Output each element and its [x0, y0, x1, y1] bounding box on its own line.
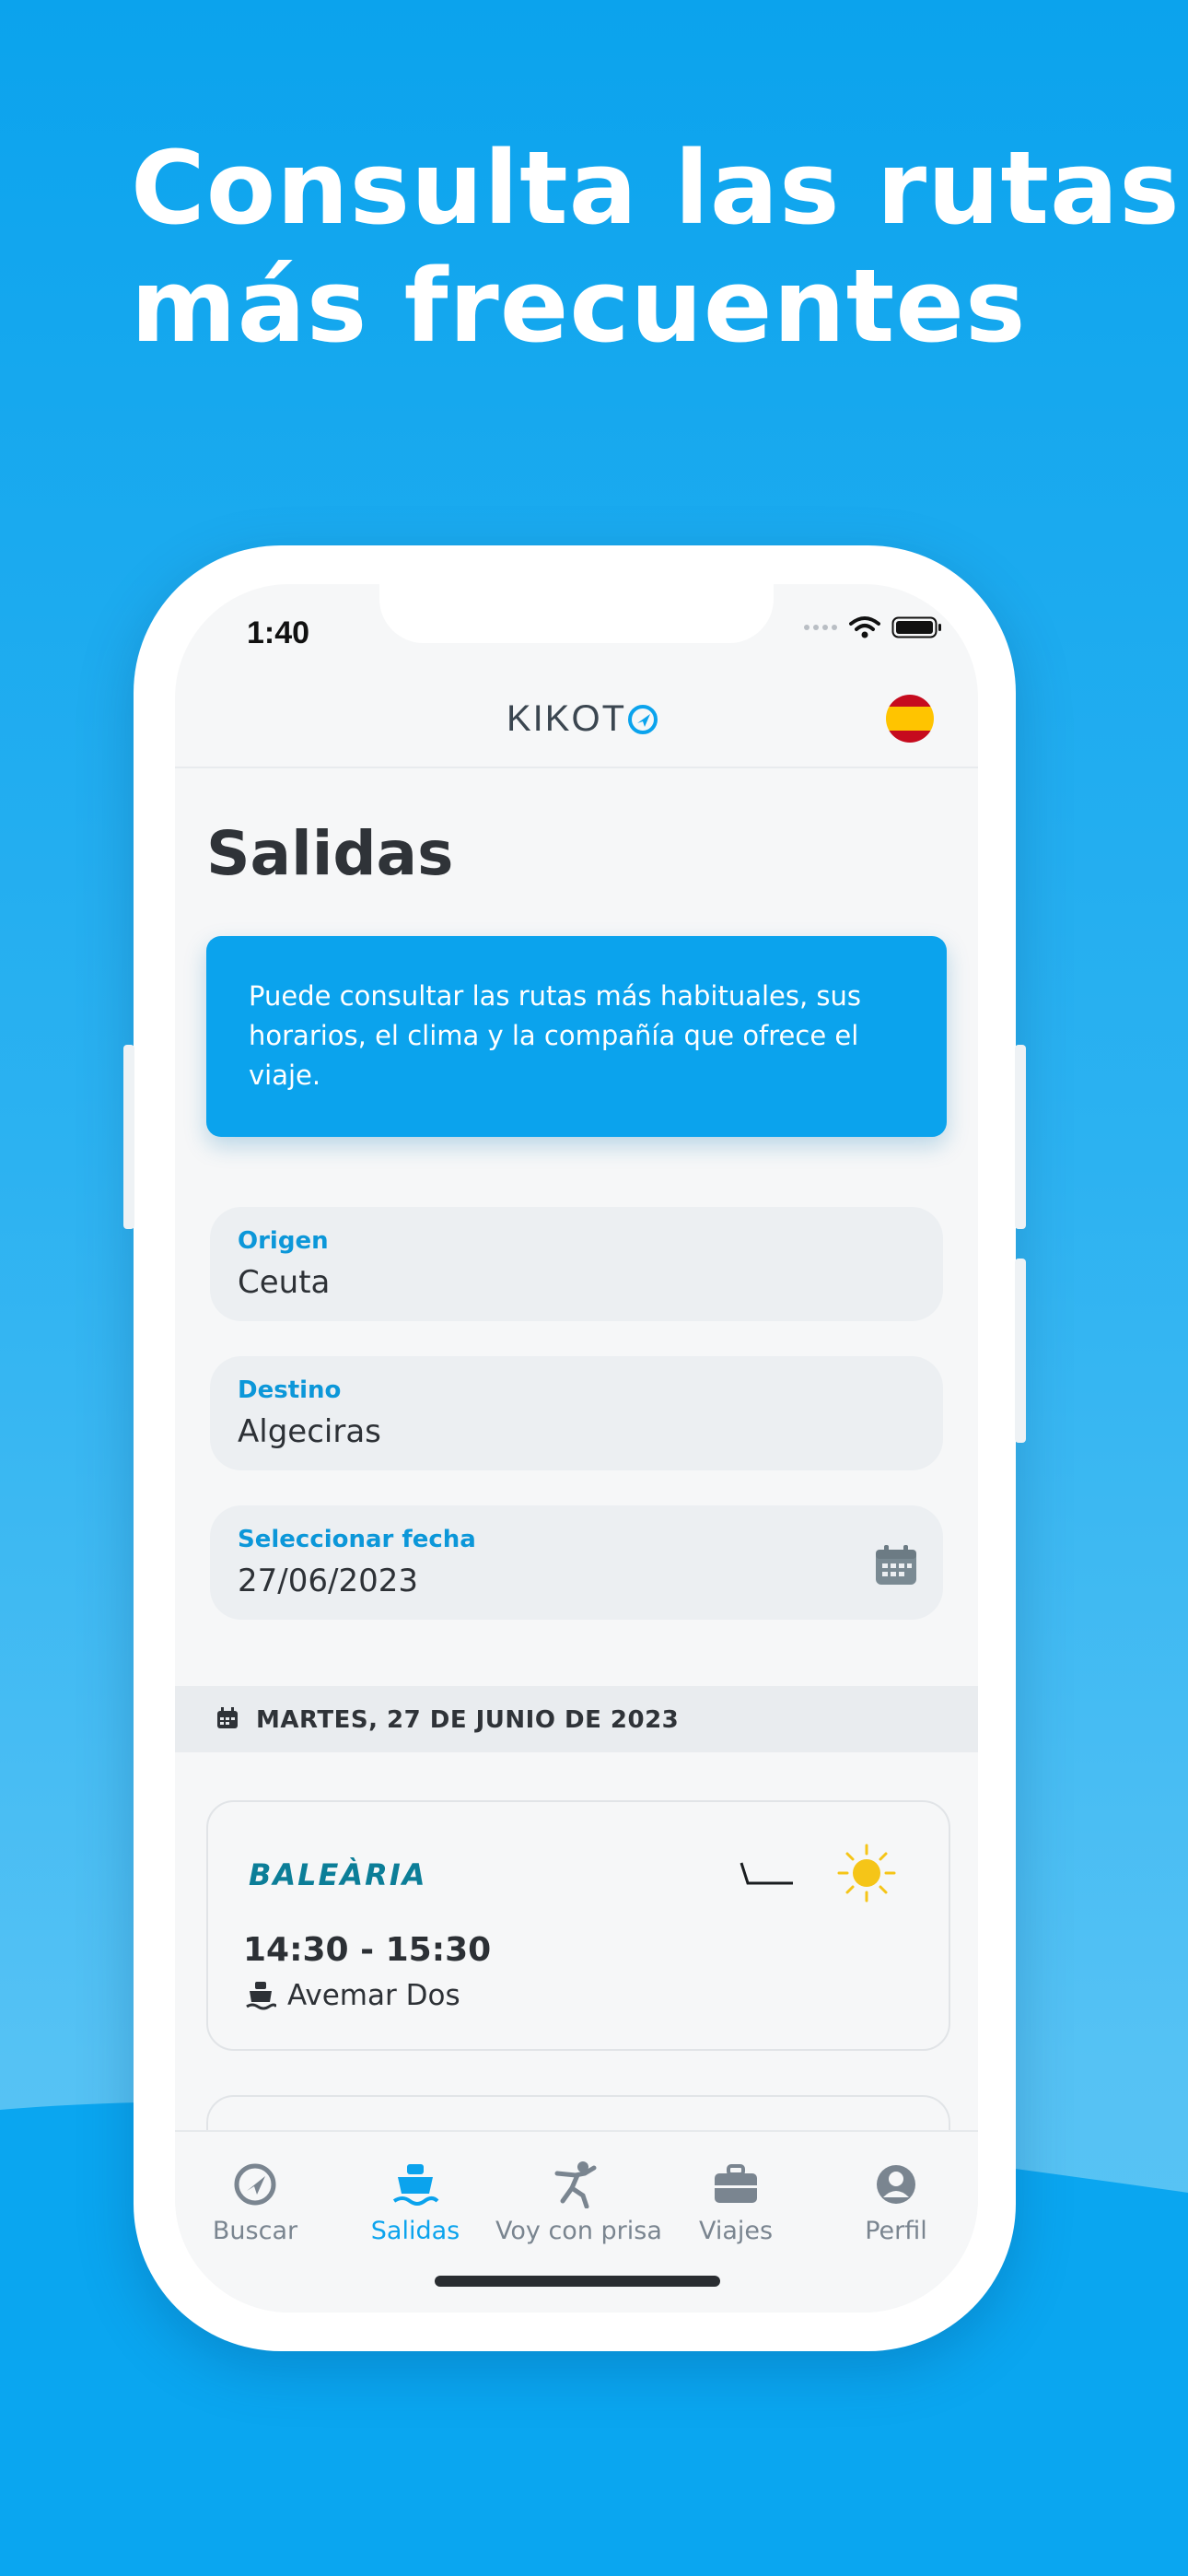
tab-label-viajes: Viajes	[698, 2217, 774, 2245]
info-card: Puede consultar las rutas más habituales…	[206, 936, 947, 1137]
ship-name: Avemar Dos	[287, 1979, 460, 2012]
ship-icon	[246, 1982, 276, 2010]
wifi-icon	[849, 616, 880, 638]
tab-bar: Buscar Salidas Voy con prisa Viajes Perf…	[175, 2130, 978, 2313]
date-section-text: MARTES, 27 DE JUNIO DE 2023	[256, 1706, 680, 1734]
briefcase-icon	[715, 2164, 757, 2203]
tab-salidas[interactable]: Salidas	[335, 2160, 495, 2245]
phone-side-button-2	[1015, 1259, 1026, 1443]
date-field[interactable]: Seleccionar fecha 27/06/2023	[210, 1505, 943, 1620]
ship-row: Avemar Dos	[245, 1979, 460, 2012]
sun-icon	[837, 1844, 896, 1903]
app-logo: KIKOT	[507, 698, 659, 740]
marketing-headline: Consulta las rutas más frecuentes	[131, 129, 1181, 365]
language-flag-icon[interactable]	[886, 695, 934, 743]
running-icon	[554, 2161, 597, 2208]
phone-screen: 1:40 KIKOT Salidas Puede consultar las r…	[175, 584, 978, 2313]
tab-label-perfil: Perfil	[865, 2217, 927, 2245]
compass-icon	[234, 2163, 276, 2206]
app-logo-text: KIKOT	[507, 698, 627, 739]
notch	[379, 584, 774, 643]
date-section-header: MARTES, 27 DE JUNIO DE 2023	[175, 1686, 978, 1752]
date-label: Seleccionar fecha	[238, 1526, 476, 1553]
page-title: Salidas	[206, 818, 454, 889]
destination-label: Destino	[238, 1376, 342, 1404]
signal-icon	[804, 625, 837, 630]
logo-compass-icon	[628, 704, 658, 734]
origin-value: Ceuta	[238, 1264, 331, 1301]
phone-volume-button	[123, 1045, 134, 1229]
tab-label-salidas: Salidas	[370, 2217, 460, 2245]
ship-icon	[392, 2164, 439, 2206]
user-icon	[877, 2165, 915, 2204]
headline-line-2: más frecuentes	[131, 247, 1027, 365]
info-text: Puede consultar las rutas más habituales…	[249, 980, 862, 1091]
app-header: KIKOT	[175, 665, 978, 768]
tab-label-buscar: Buscar	[212, 2217, 298, 2245]
origin-label: Origen	[238, 1227, 329, 1255]
tab-label-voy-con-prisa: Voy con prisa	[495, 2217, 662, 2245]
phone-side-button	[1015, 1045, 1026, 1229]
company-logo: BALEÀRIA	[249, 1857, 427, 1892]
destination-value: Algeciras	[238, 1413, 381, 1450]
route-card[interactable]: BALEÀRIA 14:30 - 15:30 Avemar Dos	[206, 1800, 950, 2051]
calendar-icon[interactable]	[873, 1542, 919, 1588]
tab-voy-con-prisa[interactable]: Voy con prisa	[495, 2160, 662, 2245]
tab-buscar[interactable]: Buscar	[175, 2160, 335, 2245]
date-value: 27/06/2023	[238, 1563, 418, 1599]
small-calendar-icon	[217, 1707, 238, 1728]
status-icons	[803, 615, 943, 639]
tab-viajes[interactable]: Viajes	[656, 2160, 816, 2245]
destination-field[interactable]: Destino Algeciras	[210, 1356, 943, 1470]
status-time: 1:40	[247, 615, 310, 650]
origin-field[interactable]: Origen Ceuta	[210, 1207, 943, 1321]
battery-icon	[891, 616, 941, 638]
home-indicator[interactable]	[435, 2276, 720, 2287]
tab-perfil[interactable]: Perfil	[816, 2160, 976, 2245]
sea-state-icon	[740, 1862, 793, 1885]
headline-line-1: Consulta las rutas	[131, 129, 1181, 247]
route-time: 14:30 - 15:30	[243, 1931, 492, 1969]
